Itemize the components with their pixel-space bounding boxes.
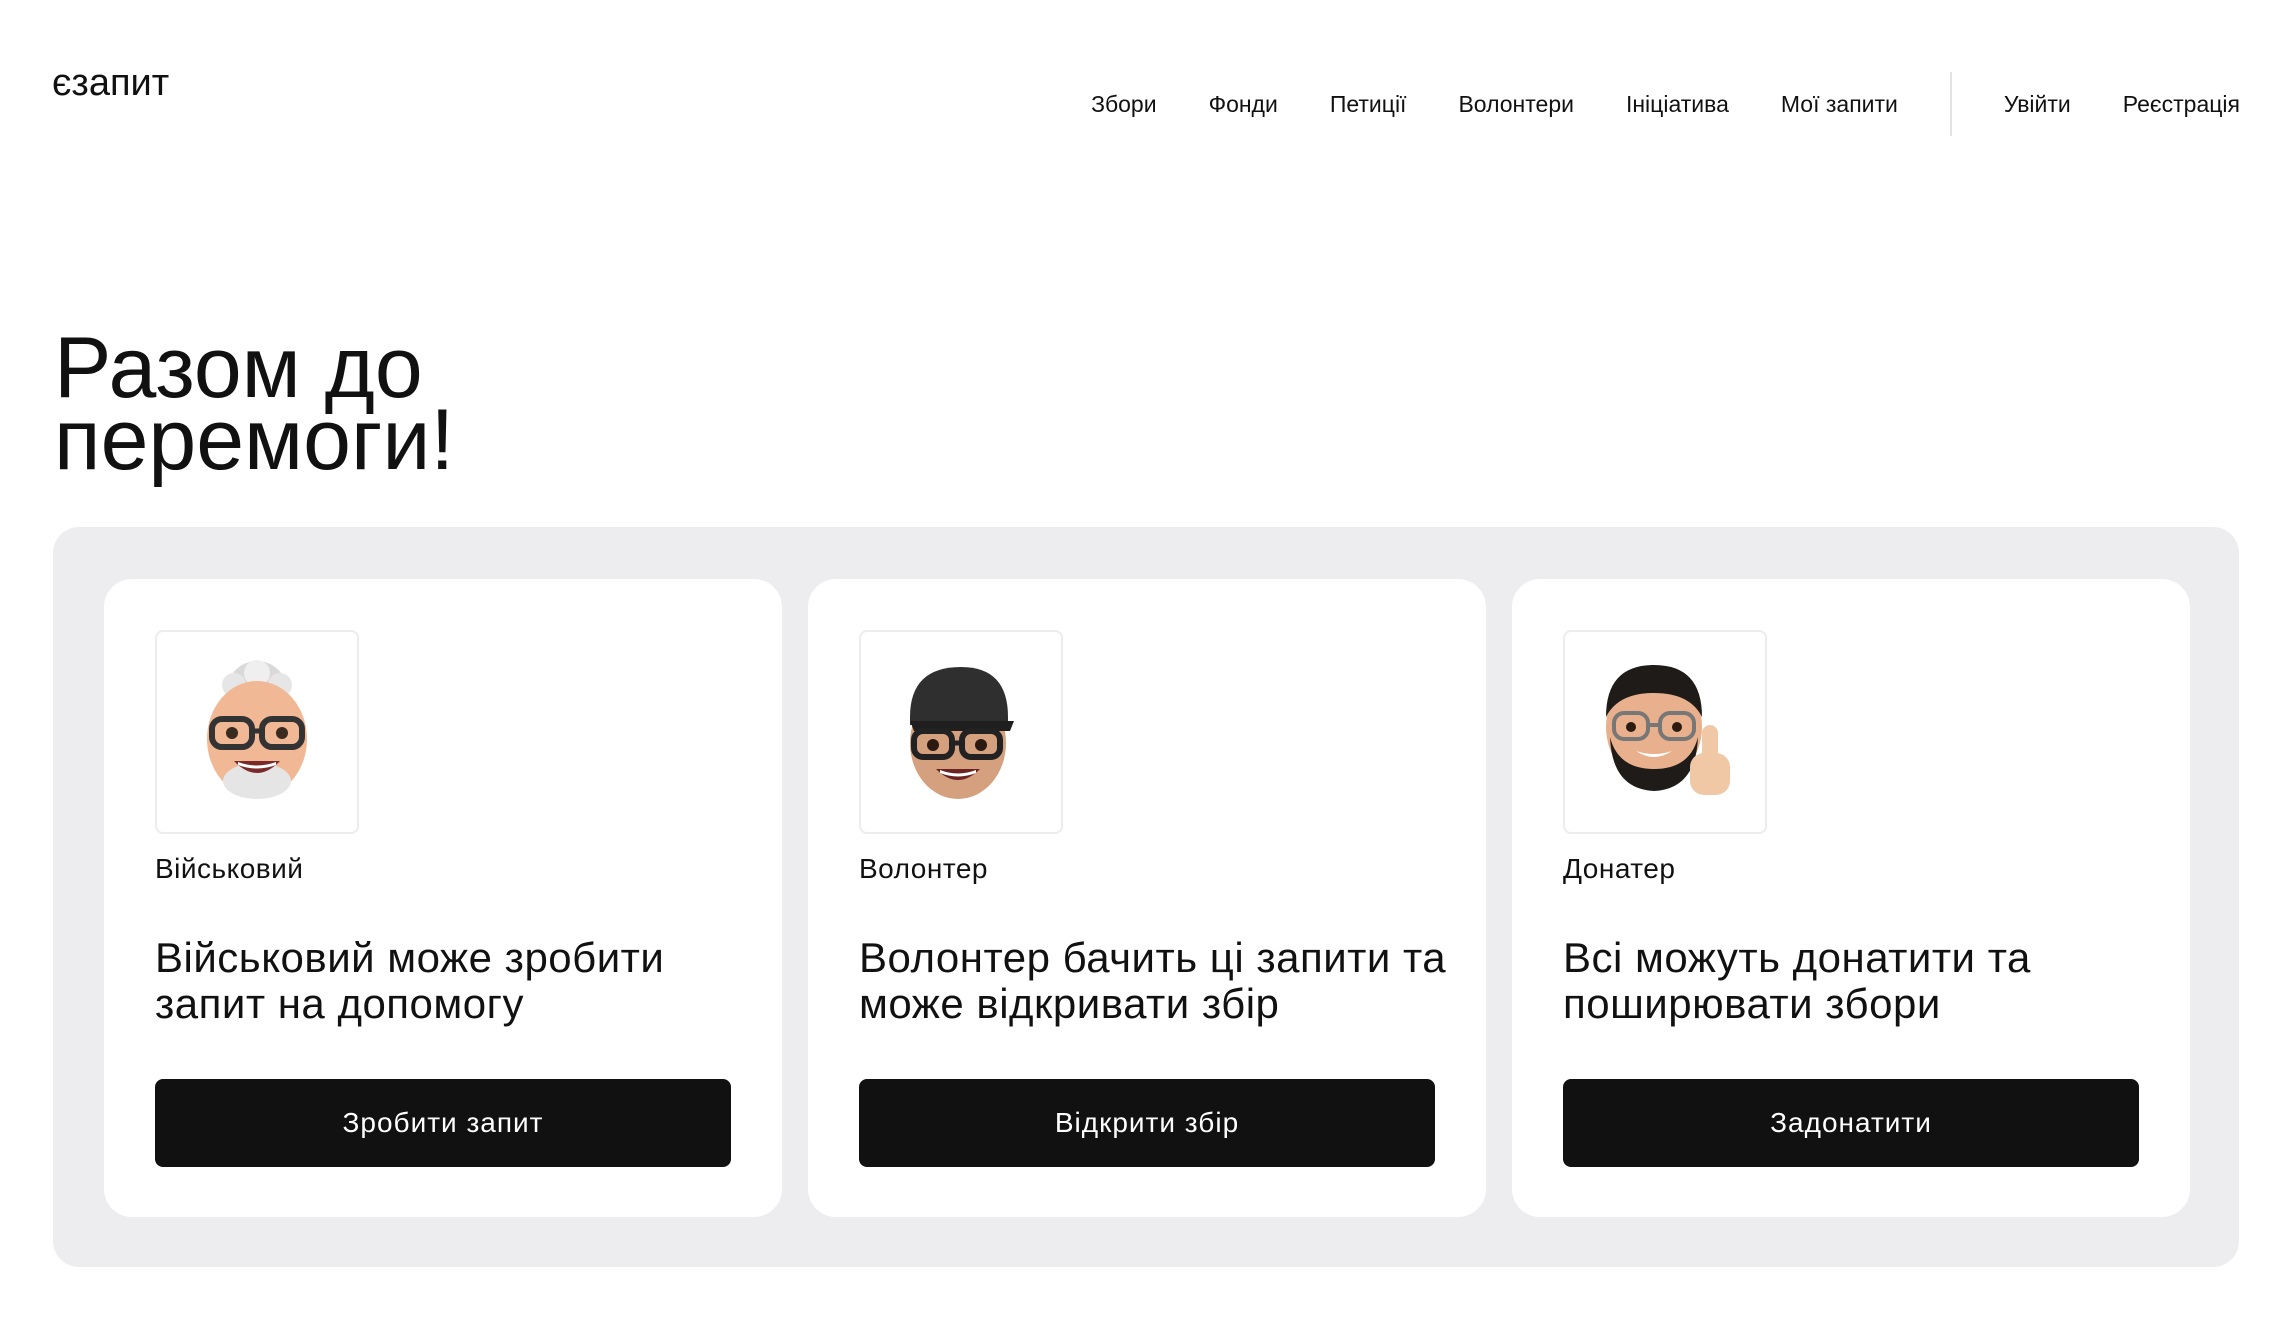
hero-title-line-2: перемоги!	[54, 392, 455, 488]
role-description: Волонтер бачить ці запити та може відкри…	[859, 934, 1447, 1027]
avatar-donor	[1563, 630, 1767, 834]
nav-link-volontery[interactable]: Волонтери	[1458, 91, 1574, 118]
avatar-volunteer	[859, 630, 1063, 834]
site-logo[interactable]: єзапит	[52, 62, 169, 105]
roles-panel: Військовий Військовий може зробити запит…	[53, 527, 2239, 1267]
open-fundraiser-button[interactable]: Відкрити збір	[859, 1079, 1435, 1167]
memoji-gray-hair-icon	[207, 660, 307, 799]
nav-link-my-requests[interactable]: Мої запити	[1781, 91, 1898, 118]
role-card-volunteer: Волонтер Волонтер бачить ці запити та мо…	[808, 579, 1486, 1217]
memoji-thumbs-up-icon	[1606, 665, 1730, 795]
site-header: єзапит Збори Фонди Петиції Волонтери Іні…	[0, 0, 2292, 170]
role-label: Військовий	[155, 853, 304, 884]
nav-link-fondy[interactable]: Фонди	[1209, 91, 1278, 118]
nav-link-initsiatyva[interactable]: Ініціатива	[1626, 91, 1729, 118]
nav-link-zbory[interactable]: Збори	[1091, 91, 1157, 118]
role-description: Всі можуть донатити та поширювати збори	[1563, 934, 2031, 1027]
role-card-donor: Донатер Всі можуть донатити та поширюват…	[1512, 579, 2190, 1217]
role-label: Волонтер	[859, 853, 988, 884]
main-nav: Збори Фонди Петиції Волонтери Ініціатива…	[1091, 72, 2240, 136]
hero-title: Разом до перемоги!	[54, 325, 754, 483]
donate-button[interactable]: Задонатити	[1563, 1079, 2139, 1167]
nav-divider	[1949, 72, 1952, 136]
avatar-military	[155, 630, 359, 834]
role-label: Донатер	[1563, 853, 1676, 884]
make-request-button[interactable]: Зробити запит	[155, 1079, 731, 1167]
memoji-cap-icon	[910, 667, 1014, 799]
nav-link-petytsii[interactable]: Петиції	[1330, 91, 1407, 118]
role-card-military: Військовий Військовий може зробити запит…	[104, 579, 782, 1217]
login-link[interactable]: Увійти	[2004, 91, 2071, 118]
role-description: Військовий може зробити запит на допомог…	[155, 934, 665, 1027]
register-link[interactable]: Реєстрація	[2123, 91, 2240, 118]
